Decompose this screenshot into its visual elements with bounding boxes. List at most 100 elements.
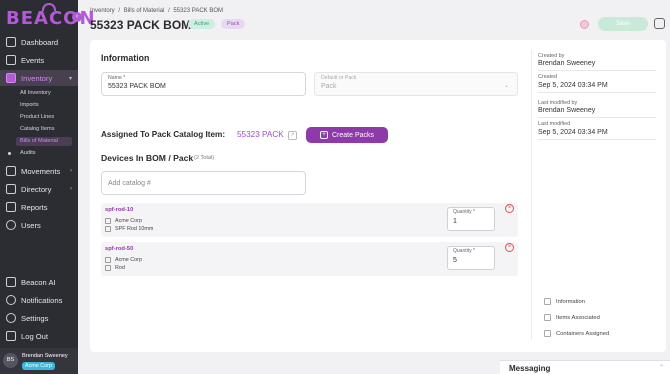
create-packs-label: Create Packs bbox=[331, 131, 375, 139]
modified-value: Sep 5, 2024 03:34 PM bbox=[538, 129, 608, 136]
sidebar-item-label: Notifications bbox=[21, 295, 63, 305]
created-value: Sep 5, 2024 03:34 PM bbox=[538, 82, 608, 89]
user-name: Brendan Sweeney bbox=[22, 353, 68, 359]
sidebar-item-movements[interactable]: Movements › bbox=[0, 163, 78, 179]
assigned-item-link[interactable]: 55323 PACK bbox=[237, 130, 284, 139]
breadcrumb-bills-of-material[interactable]: Bills of Material bbox=[124, 8, 165, 14]
sidebar-item-label: Settings bbox=[21, 313, 49, 323]
sidebar-item-logout[interactable]: Log Out bbox=[0, 328, 78, 344]
sidebar-item-beacon-ai[interactable]: Beacon AI bbox=[0, 274, 78, 290]
chevron-down-icon: ▾ bbox=[68, 75, 72, 82]
default-or-pack-value: Pack bbox=[321, 83, 337, 90]
remove-icon[interactable]: × bbox=[505, 243, 514, 252]
devices-count: (2 Total) bbox=[194, 155, 215, 161]
sidebar-item-directory[interactable]: Directory › bbox=[0, 181, 78, 197]
metadata-panel: Created by Brendan Sweeney Created Sep 5… bbox=[531, 50, 656, 340]
sidebar-item-label: Users bbox=[21, 220, 41, 230]
toc-label: Items Associated bbox=[556, 314, 600, 321]
sidebar-item-label: Dashboard bbox=[21, 37, 59, 47]
create-packs-button[interactable]: + Create Packs bbox=[306, 127, 388, 143]
quantity-field[interactable]: Quantity * 1 bbox=[447, 207, 495, 231]
device-description: Rod bbox=[105, 265, 125, 271]
device-description-text: SPF Rod 10mm bbox=[115, 226, 154, 232]
sidebar-item-label: Reports bbox=[21, 202, 48, 212]
toc-items-associated[interactable]: Items Associated bbox=[544, 314, 600, 321]
breadcrumb-separator: / bbox=[168, 8, 170, 14]
status-indicator-icon[interactable] bbox=[580, 20, 589, 29]
information-title: Information bbox=[101, 53, 150, 63]
type-badge: Pack bbox=[221, 19, 246, 29]
sidebar-item-label: Movements bbox=[21, 166, 61, 176]
save-button[interactable]: Save bbox=[598, 17, 648, 31]
quantity-field[interactable]: Quantity * 5 bbox=[447, 246, 495, 270]
calendar-icon bbox=[6, 55, 16, 65]
divider bbox=[538, 117, 656, 118]
description-icon bbox=[105, 265, 111, 271]
sidebar-subitem-all-inventory[interactable]: All Inventory bbox=[16, 89, 72, 98]
sidebar-subitem-product-lines[interactable]: Product Lines bbox=[16, 113, 72, 122]
name-field-label: Name * bbox=[108, 75, 126, 81]
copy-icon[interactable] bbox=[654, 18, 665, 29]
breadcrumb-current: 55323 PACK BOM bbox=[173, 8, 223, 14]
device-company-text: Acme Corp bbox=[115, 218, 142, 224]
sidebar-subitem-bills-of-material[interactable]: Bills of Material bbox=[16, 137, 72, 146]
sidebar: BEACON Dashboard Events Inventory ▾ All … bbox=[0, 0, 95, 374]
device-company: Acme Corp bbox=[105, 257, 142, 263]
gear-icon bbox=[6, 313, 16, 323]
info-icon bbox=[544, 298, 551, 305]
breadcrumb-inventory[interactable]: Inventory bbox=[90, 8, 115, 14]
chevron-right-icon: › bbox=[70, 186, 72, 192]
sidebar-item-events[interactable]: Events bbox=[0, 52, 78, 68]
device-company: Acme Corp bbox=[105, 218, 142, 224]
inventory-icon bbox=[6, 73, 16, 83]
name-field-value: 55323 PACK BOM bbox=[108, 83, 166, 90]
remove-icon[interactable]: × bbox=[505, 204, 514, 213]
add-catalog-input[interactable]: Add catalog # bbox=[101, 171, 306, 195]
movements-icon bbox=[6, 166, 16, 176]
sidebar-subitem-imports[interactable]: Imports bbox=[16, 101, 72, 110]
logout-icon bbox=[6, 331, 16, 341]
sidebar-item-reports[interactable]: Reports bbox=[0, 199, 78, 215]
messaging-panel[interactable]: Messaging ⌃ bbox=[500, 360, 670, 374]
sidebar-item-inventory[interactable]: Inventory ▾ bbox=[0, 70, 78, 86]
modified-by-value: Brendan Sweeney bbox=[538, 107, 596, 114]
sidebar-item-label: Events bbox=[21, 55, 45, 65]
external-link-icon[interactable]: ↗ bbox=[288, 131, 297, 140]
company-icon bbox=[105, 218, 111, 224]
sidebar-item-label: Log Out bbox=[21, 331, 49, 341]
devices-title: Devices In BOM / Pack bbox=[101, 153, 194, 163]
device-description: SPF Rod 10mm bbox=[105, 226, 153, 232]
sidebar-item-users[interactable]: Users bbox=[0, 217, 78, 233]
user-profile[interactable]: BS Brendan Sweeney Acme Corp bbox=[0, 348, 78, 374]
device-name-link[interactable]: spf-rod-10 bbox=[105, 207, 133, 213]
sidebar-subitem-catalog-items[interactable]: Catalog Items bbox=[16, 125, 72, 134]
sidebar-item-notifications[interactable]: Notifications bbox=[0, 292, 78, 308]
breadcrumb-separator: / bbox=[118, 8, 121, 14]
breadcrumb: Inventory / Bills of Material / 55323 PA… bbox=[90, 8, 225, 14]
bullet-icon bbox=[8, 152, 11, 155]
toc-label: Information bbox=[556, 298, 585, 305]
messaging-title: Messaging bbox=[509, 364, 551, 373]
toc-containers-assigned[interactable]: Containers Assigned bbox=[544, 330, 609, 337]
device-name-link[interactable]: spf-rod-50 bbox=[105, 246, 133, 252]
sidebar-subitem-audits[interactable]: Audits bbox=[16, 149, 72, 158]
plus-icon: + bbox=[319, 131, 328, 139]
device-description-text: Rod bbox=[115, 265, 125, 271]
quantity-value: 1 bbox=[453, 218, 457, 225]
created-by-label: Created by bbox=[538, 53, 565, 59]
collapse-sidebar-button[interactable]: ‹ bbox=[72, 12, 82, 22]
sidebar-item-label: Beacon AI bbox=[21, 277, 56, 287]
bell-icon bbox=[6, 295, 16, 305]
divider bbox=[538, 92, 656, 93]
sidebar-item-settings[interactable]: Settings bbox=[0, 310, 78, 326]
name-field[interactable]: Name * 55323 PACK BOM bbox=[101, 72, 306, 96]
chevron-right-icon: › bbox=[70, 168, 72, 174]
created-by-value: Brendan Sweeney bbox=[538, 60, 596, 67]
chevron-up-icon[interactable]: ⌃ bbox=[659, 364, 664, 371]
company-icon bbox=[105, 257, 111, 263]
container-icon bbox=[544, 330, 551, 337]
app-logo[interactable]: BEACON bbox=[6, 8, 96, 29]
sidebar-item-dashboard[interactable]: Dashboard bbox=[0, 34, 78, 50]
toc-information[interactable]: Information bbox=[544, 298, 585, 305]
status-badge: Active bbox=[188, 19, 216, 29]
